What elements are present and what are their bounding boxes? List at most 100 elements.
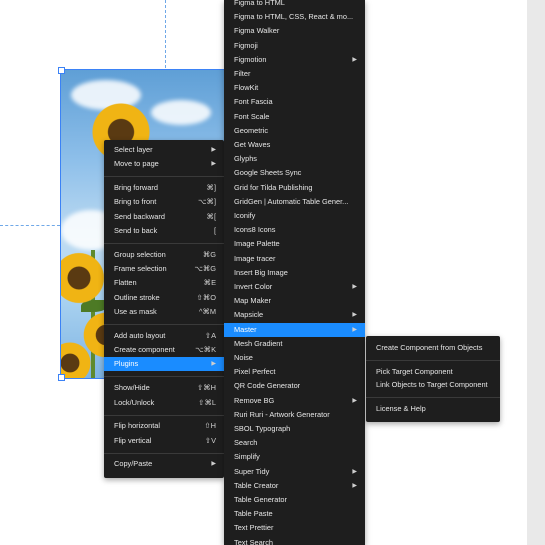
plugins-menu-item-text-prettier[interactable]: Text Prettier (224, 521, 365, 535)
menu-item-label: Flatten (114, 278, 137, 288)
keyboard-shortcut: ⇧⌘H (197, 383, 216, 393)
resize-handle-bottom-left[interactable] (58, 374, 65, 381)
plugins-menu-item-text-search[interactable]: Text Search (224, 536, 365, 545)
plugins-menu-item-icons8-icons[interactable]: Icons8 Icons (224, 223, 365, 237)
plugins-menu-item-figma-to-html-css-react-mo[interactable]: Figma to HTML, CSS, React & mo... (224, 10, 365, 24)
plugins-menu-item-remove-bg[interactable]: Remove BG ▶ (224, 394, 365, 408)
plugins-menu-item-geometric[interactable]: Geometric (224, 124, 365, 138)
context-menu-item-bring-forward[interactable]: Bring forward ⌘] (104, 181, 224, 195)
plugins-menu-item-figma-to-html[interactable]: Figma to HTML (224, 0, 365, 10)
master-menu-item-license-help[interactable]: License & Help (366, 402, 500, 416)
plugins-menu-item-iconify[interactable]: Iconify (224, 209, 365, 223)
menu-item-label: Select layer (114, 145, 153, 154)
plugins-menu-item-ruri-ruri-artwork-generator[interactable]: Ruri Ruri - Artwork Generator (224, 408, 365, 422)
plugins-menu-item-image-tracer[interactable]: Image tracer (224, 252, 365, 266)
plugins-menu-item-filter[interactable]: Filter (224, 67, 365, 81)
context-menu-item-frame-selection[interactable]: Frame selection ⌥⌘G (104, 262, 224, 276)
horizontal-guide-line (0, 225, 60, 226)
chevron-right-icon: ▶ (211, 361, 216, 368)
context-menu-item-use-as-mask[interactable]: Use as mask ^⌘M (104, 305, 224, 319)
plugins-menu-item-search[interactable]: Search (224, 436, 365, 450)
plugins-menu-item-image-palette[interactable]: Image Palette (224, 237, 365, 251)
context-menu-item-show-hide[interactable]: Show/Hide ⇧⌘H (104, 381, 224, 395)
menu-separator (104, 414, 224, 416)
menu-item-label: Table Creator (234, 480, 279, 490)
plugins-menu-item-sbol-typograph[interactable]: SBOL Typograph (224, 422, 365, 436)
master-submenu: Create Component from Objects Pick Target… (366, 336, 500, 422)
plugins-menu-item-map-maker[interactable]: Map Maker (224, 294, 365, 308)
plugins-menu-item-figma-walker[interactable]: Figma Walker (224, 24, 365, 38)
plugins-menu-item-figmotion[interactable]: Figmotion ▶ (224, 53, 365, 67)
chevron-right-icon: ▶ (352, 312, 357, 319)
menu-item-label: Search (234, 438, 258, 448)
menu-item-label: Font Scale (234, 111, 270, 121)
menu-item-label: Master (234, 324, 257, 334)
menu-item-label: Text Prettier (234, 523, 274, 533)
menu-item-label: Filter (234, 69, 251, 78)
context-menu-item-select-layer[interactable]: Select layer ▶ (104, 143, 224, 157)
plugins-menu-item-qr-code-generator[interactable]: QR Code Generator (224, 379, 365, 393)
menu-item-label: Figmotion (234, 54, 267, 64)
menu-item-label: Copy/Paste (114, 459, 153, 469)
plugins-menu-item-insert-big-image[interactable]: Insert Big Image (224, 266, 365, 280)
master-menu-item-create-component-from-objects[interactable]: Create Component from Objects (366, 341, 500, 355)
plugins-menu-item-flowkit[interactable]: FlowKit (224, 81, 365, 95)
menu-item-label: Image Palette (234, 239, 280, 249)
plugins-menu-item-gridgen-automatic-table-gener[interactable]: GridGen | Automatic Table Gener... (224, 195, 365, 209)
context-menu-item-plugins[interactable]: Plugins ▶ (104, 357, 224, 372)
plugins-menu-item-grid-for-tilda-publishing[interactable]: Grid for Tilda Publishing (224, 181, 365, 195)
context-menu-item-send-to-back[interactable]: Send to back [ (104, 224, 224, 238)
context-menu-item-bring-to-front[interactable]: Bring to front ⌥⌘] (104, 195, 224, 209)
context-menu-item-outline-stroke[interactable]: Outline stroke ⇧⌘O (104, 291, 224, 305)
context-menu-item-send-backward[interactable]: Send backward ⌘[ (104, 210, 224, 224)
context-menu-item-move-to-page[interactable]: Move to page ▶ (104, 157, 224, 171)
keyboard-shortcut: ⇧V (204, 435, 216, 445)
plugins-menu-item-font-scale[interactable]: Font Scale (224, 110, 365, 124)
plugins-menu-item-simplify[interactable]: Simplify (224, 450, 365, 464)
plugins-menu-item-pixel-perfect[interactable]: Pixel Perfect (224, 365, 365, 379)
plugins-menu-item-table-paste[interactable]: Table Paste (224, 507, 365, 521)
context-menu-item-flatten[interactable]: Flatten ⌘E (104, 276, 224, 290)
menu-item-label: Table Paste (234, 509, 273, 519)
plugins-menu-item-mesh-gradient[interactable]: Mesh Gradient (224, 337, 365, 351)
chevron-right-icon: ▶ (352, 397, 357, 404)
plugins-menu-item-glyphs[interactable]: Glyphs (224, 152, 365, 166)
plugins-menu-item-font-fascia[interactable]: Font Fascia (224, 95, 365, 109)
master-menu-item-pick-target-component[interactable]: Pick Target Component (366, 365, 500, 379)
chevron-right-icon: ▶ (352, 482, 357, 489)
plugins-menu-item-super-tidy[interactable]: Super Tidy ▶ (224, 465, 365, 479)
menu-item-label: Image tracer (234, 253, 276, 263)
context-menu-item-copy-paste[interactable]: Copy/Paste ▶ (104, 457, 224, 471)
menu-item-label: License & Help (376, 403, 426, 413)
menu-item-label: Font Fascia (234, 97, 273, 107)
chevron-right-icon: ▶ (211, 161, 216, 168)
master-menu-item-link-objects-to-target-component[interactable]: Link Objects to Target Component (366, 378, 500, 392)
resize-handle-top-left[interactable] (58, 67, 65, 74)
chevron-right-icon: ▶ (352, 468, 357, 475)
plugins-menu-item-figmoji[interactable]: Figmoji (224, 39, 365, 53)
context-menu-item-lock-unlock[interactable]: Lock/Unlock ⇧⌘L (104, 396, 224, 410)
menu-separator (104, 376, 224, 378)
chevron-right-icon: ▶ (352, 326, 357, 333)
menu-item-label: Figmoji (234, 40, 258, 50)
keyboard-shortcut: ⌥⌘] (198, 197, 216, 207)
menu-item-label: Bring forward (114, 183, 158, 193)
plugins-menu-item-get-waves[interactable]: Get Waves (224, 138, 365, 152)
plugins-menu-item-master[interactable]: Master ▶ (224, 322, 365, 337)
context-menu-item-create-component[interactable]: Create component ⌥⌘K (104, 343, 224, 357)
plugins-menu-item-google-sheets-sync[interactable]: Google Sheets Sync (224, 166, 365, 180)
plugins-menu-item-table-generator[interactable]: Table Generator (224, 493, 365, 507)
menu-item-label: Figma to HTML (234, 0, 285, 7)
context-menu-item-flip-vertical[interactable]: Flip vertical ⇧V (104, 434, 224, 448)
menu-item-label: Outline stroke (114, 292, 160, 302)
context-menu-item-add-auto-layout[interactable]: Add auto layout ⇧A (104, 329, 224, 343)
plugins-menu-item-mapsicle[interactable]: Mapsicle ▶ (224, 308, 365, 322)
sunflower-shape (61, 250, 107, 306)
plugins-menu-item-table-creator[interactable]: Table Creator ▶ (224, 479, 365, 493)
context-menu-item-flip-horizontal[interactable]: Flip horizontal ⇧H (104, 419, 224, 433)
keyboard-shortcut: ⌘E (203, 278, 216, 288)
context-menu-item-group-selection[interactable]: Group selection ⌘G (104, 248, 224, 262)
menu-item-label: Figma to HTML, CSS, React & mo... (234, 12, 354, 22)
plugins-menu-item-invert-color[interactable]: Invert Color ▶ (224, 280, 365, 294)
plugins-menu-item-noise[interactable]: Noise (224, 351, 365, 365)
